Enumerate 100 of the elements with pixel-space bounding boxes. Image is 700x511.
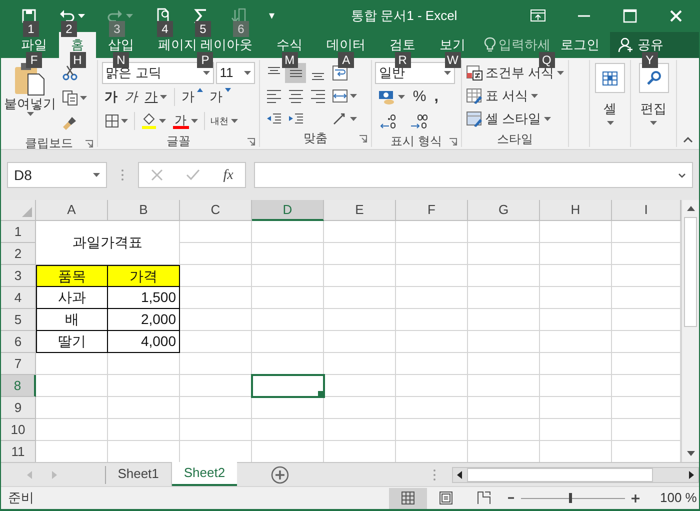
zoom-level[interactable]: 100 %	[660, 488, 697, 508]
grid-cell[interactable]	[540, 287, 612, 309]
grid-cell[interactable]	[324, 331, 396, 353]
lightbulb-icon[interactable]	[484, 37, 496, 53]
clipboard-icon[interactable]	[13, 62, 47, 96]
grid-cell[interactable]	[396, 331, 468, 353]
merge-icon[interactable]	[332, 88, 348, 104]
style-menu-button[interactable]: 셀 스타일	[464, 108, 566, 130]
grid-cell[interactable]	[108, 353, 180, 375]
grid-cell[interactable]	[252, 397, 324, 419]
formula-input[interactable]	[254, 162, 693, 188]
sigma-icon[interactable]	[193, 8, 209, 24]
grid-cell[interactable]	[36, 419, 108, 441]
column-header[interactable]: G	[468, 200, 540, 221]
grid-cell[interactable]	[396, 397, 468, 419]
grid-cell[interactable]	[540, 221, 612, 243]
grid-cell[interactable]	[324, 243, 396, 265]
money-icon[interactable]	[378, 89, 396, 105]
grid-cell[interactable]	[108, 419, 180, 441]
zoom-out-icon[interactable]	[507, 494, 515, 502]
grid-cell[interactable]	[396, 287, 468, 309]
dialog-launcher-icon[interactable]	[84, 140, 93, 148]
cell-style-icon[interactable]	[466, 110, 483, 128]
font-color-button[interactable]: 가	[170, 110, 201, 132]
grid-cell[interactable]	[468, 287, 540, 309]
column-header[interactable]: B	[108, 200, 180, 221]
save-icon[interactable]	[21, 8, 37, 24]
column-header[interactable]: I	[612, 200, 681, 221]
underline-button[interactable]: 가	[142, 86, 170, 108]
caret-icon[interactable]	[650, 121, 658, 125]
grid-cell[interactable]	[108, 397, 180, 419]
copy-icon[interactable]	[62, 90, 78, 106]
caret-icon[interactable]	[444, 71, 451, 75]
caret-icon[interactable]	[244, 71, 251, 75]
italic-button[interactable]: 가	[122, 86, 141, 108]
grid-cell[interactable]	[396, 375, 468, 397]
wrap-icon[interactable]	[332, 65, 348, 81]
grid-cell[interactable]	[468, 221, 540, 243]
row-header[interactable]: 7	[1, 353, 36, 375]
row-header[interactable]: 2	[1, 243, 36, 265]
caret-icon[interactable]	[350, 117, 358, 121]
add-sheet-icon[interactable]	[271, 466, 290, 484]
grid-cell[interactable]	[324, 221, 396, 243]
column-header[interactable]: E	[324, 200, 396, 221]
cells-button[interactable]: 셀	[590, 60, 630, 129]
page-break-icon[interactable]	[477, 491, 491, 505]
grid-cell[interactable]	[396, 243, 468, 265]
row-header[interactable]: 9	[1, 397, 36, 419]
dialog-launcher-icon[interactable]	[358, 135, 367, 143]
grid-cell[interactable]	[252, 419, 324, 441]
grid-cell[interactable]	[252, 221, 324, 243]
paint-bucket-icon[interactable]	[140, 113, 157, 129]
scrollbar-thumb[interactable]	[467, 468, 653, 482]
grid-cell[interactable]	[540, 243, 612, 265]
caret-icon[interactable]	[544, 117, 552, 121]
grid-cell[interactable]	[180, 331, 252, 353]
grid-cell[interactable]	[468, 265, 540, 287]
caret-icon[interactable]	[26, 112, 34, 116]
row-header[interactable]: 4	[1, 287, 36, 309]
maximize-icon[interactable]	[622, 8, 638, 24]
grid-cell[interactable]	[396, 353, 468, 375]
grid-cell[interactable]	[180, 243, 252, 265]
grid-cell[interactable]	[540, 309, 612, 331]
grid-cell[interactable]	[252, 309, 324, 331]
grid-cell[interactable]	[540, 331, 612, 353]
grid-cell[interactable]	[180, 419, 252, 441]
ribbon-display-icon[interactable]	[530, 8, 546, 24]
sheet-tab[interactable]: Sheet2	[172, 462, 238, 486]
grid-cell[interactable]	[468, 331, 540, 353]
row-header[interactable]: 5	[1, 309, 36, 331]
shrink-font-button[interactable]: 가	[206, 86, 234, 108]
grid-cell[interactable]	[36, 353, 108, 375]
bold-button[interactable]: 가	[102, 86, 121, 108]
row-header[interactable]: 3	[1, 265, 36, 287]
fill-handle[interactable]	[318, 391, 323, 396]
grid-cell[interactable]	[468, 375, 540, 397]
row-header[interactable]: 1	[1, 221, 36, 243]
phonetic-button[interactable]: 내천	[208, 110, 241, 132]
grid-cell[interactable]	[324, 287, 396, 309]
grid-cell[interactable]	[468, 419, 540, 441]
grid-cell[interactable]	[180, 221, 252, 243]
dialog-launcher-icon[interactable]	[448, 138, 457, 146]
grid-cell[interactable]	[324, 397, 396, 419]
grid-cell[interactable]	[468, 309, 540, 331]
close-icon[interactable]	[668, 8, 684, 24]
grid-cell[interactable]	[36, 375, 108, 397]
column-header[interactable]: A	[36, 200, 108, 221]
grid-cell[interactable]	[180, 309, 252, 331]
undo-icon[interactable]	[59, 8, 75, 24]
grid-cell[interactable]	[252, 265, 324, 287]
grid-cell[interactable]	[252, 331, 324, 353]
column-header[interactable]: C	[180, 200, 252, 221]
caret-icon[interactable]	[190, 119, 198, 123]
grid-cell[interactable]	[324, 353, 396, 375]
caret-icon[interactable]	[606, 121, 614, 125]
customize-button[interactable]: ▾	[269, 10, 275, 22]
row-header[interactable]: 11	[1, 441, 36, 462]
grid-cell[interactable]	[252, 243, 324, 265]
collapse-ribbon-icon[interactable]	[682, 137, 693, 143]
borders-icon[interactable]	[104, 114, 119, 128]
